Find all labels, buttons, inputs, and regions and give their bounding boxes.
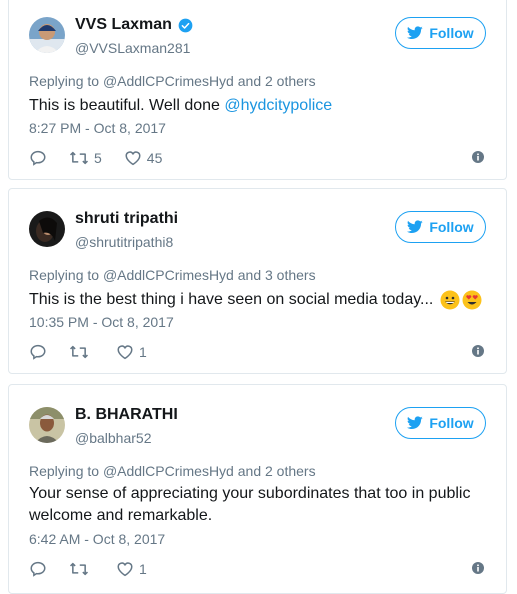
info-icon[interactable] [472,151,484,163]
display-name[interactable]: B. BHARATHI [75,406,178,424]
mention-link[interactable]: @hydcitypolice [224,97,332,114]
tweet-actions: 1 [29,342,169,362]
timestamp[interactable]: 6:42 AM - Oct 8, 2017 [29,531,165,547]
grinning-face-emoji-icon [440,290,460,310]
avatar[interactable] [29,17,65,53]
retweet-button[interactable] [69,559,94,579]
twitter-bird-icon [407,26,424,39]
heart-eyes-emoji-icon [462,290,482,310]
follow-button[interactable]: Follow [395,407,486,439]
like-button[interactable]: 1 [116,342,147,362]
retweet-button[interactable]: 5 [69,148,102,168]
follow-button[interactable]: Follow [395,17,486,49]
follow-label: Follow [429,25,474,41]
tweet-text-line: welcome and remarkable. [29,507,213,524]
reply-icon [30,150,46,166]
tweet-actions: 1 [29,559,169,579]
info-icon[interactable] [472,345,484,357]
reply-button[interactable] [29,148,47,168]
reply-icon [30,561,46,577]
heart-icon [117,345,133,360]
display-name[interactable]: VVS Laxman [75,16,193,34]
follow-button[interactable]: Follow [395,211,486,243]
reply-button[interactable] [29,559,47,579]
reply-target-link[interactable]: @AddlCPCrimesHyd [103,73,234,89]
reply-target-link[interactable]: @AddlCPCrimesHyd [103,463,234,479]
avatar[interactable] [29,211,65,247]
user-handle[interactable]: @shrutitripathi8 [75,234,173,250]
tweet-text: Your sense of appreciating your subordin… [29,483,489,527]
display-name-text[interactable]: shruti tripathi [75,210,178,228]
display-name-text[interactable]: VVS Laxman [75,16,172,34]
tweet-card: VVS Laxman @VVSLaxman281 Follow Replying… [8,0,507,180]
timestamp[interactable]: 8:27 PM - Oct 8, 2017 [29,120,166,136]
info-icon[interactable] [472,562,484,574]
replying-to: Replying to @AddlCPCrimesHyd and 2 other… [29,73,316,89]
tweet-text: This is beautiful. Well done @hydcitypol… [29,97,333,114]
timestamp[interactable]: 10:35 PM - Oct 8, 2017 [29,314,174,330]
user-handle[interactable]: @VVSLaxman281 [75,40,190,56]
reply-button[interactable] [29,342,47,362]
tweet-card: B. BHARATHI @balbhar52 Follow Replying t… [8,384,507,594]
follow-label: Follow [429,219,474,235]
twitter-bird-icon [407,416,424,429]
replying-to: Replying to @AddlCPCrimesHyd and 3 other… [29,267,316,283]
user-handle[interactable]: @balbhar52 [75,430,152,446]
heart-icon [125,151,141,166]
heart-icon [117,562,133,577]
retweet-icon [69,345,89,359]
like-button[interactable]: 1 [116,559,147,579]
avatar[interactable] [29,407,65,443]
tweet-card: shruti tripathi @shrutitripathi8 Follow … [8,188,507,374]
follow-label: Follow [429,415,474,431]
tweet-text: This is the best thing i have seen on so… [29,289,489,311]
retweet-button[interactable] [69,342,94,362]
reply-icon [30,344,46,360]
display-name-text[interactable]: B. BHARATHI [75,406,178,424]
like-count: 1 [139,561,147,577]
like-count: 45 [146,150,163,166]
retweet-count: 5 [94,150,102,166]
tweet-text-line: Your sense of appreciating your subordin… [29,485,471,502]
retweet-icon [69,151,89,165]
reply-target-link[interactable]: @AddlCPCrimesHyd [103,267,234,283]
verified-badge-icon [178,18,193,32]
like-count: 1 [139,344,147,360]
retweet-icon [69,562,89,576]
replying-to: Replying to @AddlCPCrimesHyd and 2 other… [29,463,316,479]
twitter-bird-icon [407,220,424,233]
display-name[interactable]: shruti tripathi [75,210,178,228]
like-button[interactable]: 45 [124,148,163,168]
tweet-actions: 5 45 [29,148,184,168]
